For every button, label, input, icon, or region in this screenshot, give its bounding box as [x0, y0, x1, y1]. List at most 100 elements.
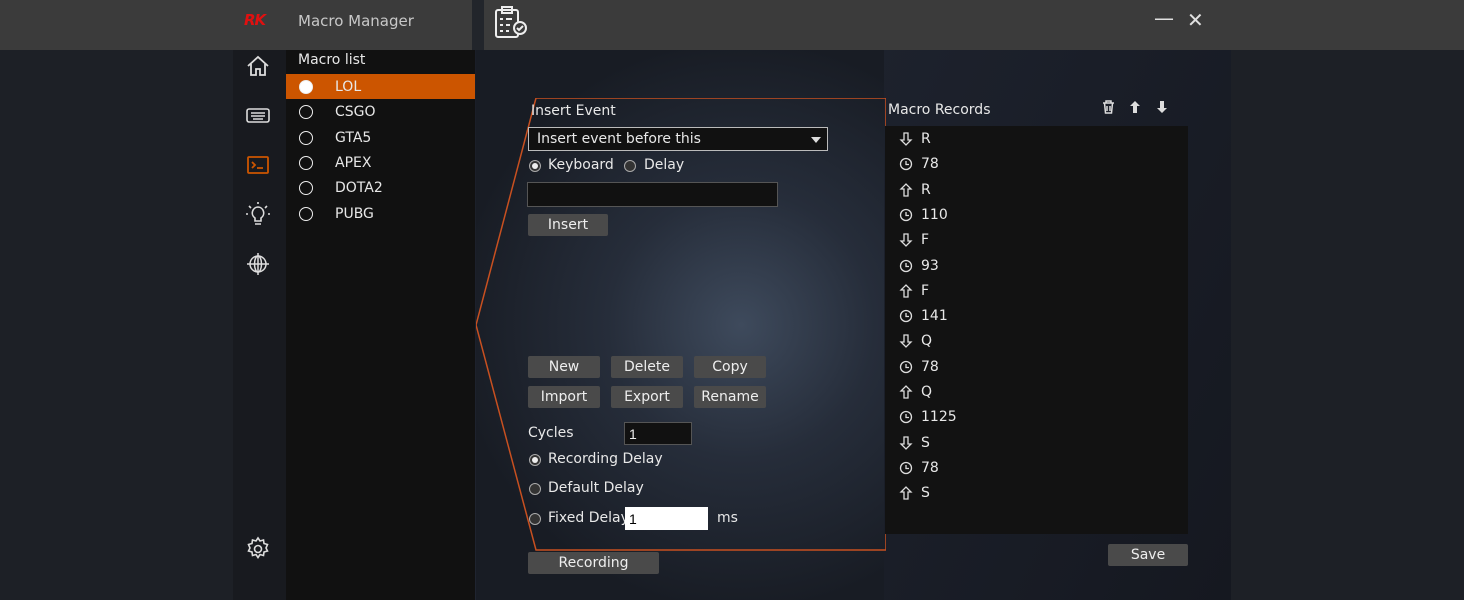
- fixed-delay-input[interactable]: [625, 507, 708, 530]
- radio-icon: [299, 206, 313, 221]
- keyboard-icon[interactable]: [245, 102, 271, 128]
- import-button[interactable]: Import: [528, 386, 600, 408]
- record-item[interactable]: Q: [899, 333, 932, 349]
- radio-icon: [299, 155, 313, 170]
- macro-item-label: DOTA2: [335, 179, 383, 196]
- macro-records-title: Macro Records: [888, 102, 991, 118]
- brand-logo: RK: [244, 11, 266, 29]
- record-item[interactable]: 78: [899, 359, 939, 375]
- record-item[interactable]: Q: [899, 384, 932, 400]
- key-up-icon: [899, 385, 913, 399]
- key-down-icon: [899, 334, 913, 349]
- default-delay-radio[interactable]: [529, 483, 541, 495]
- macro-item-apex[interactable]: APEX: [286, 150, 475, 175]
- macro-icon[interactable]: [245, 152, 271, 178]
- save-button[interactable]: Save: [1108, 544, 1188, 566]
- key-down-icon: [899, 435, 913, 450]
- record-value: Q: [921, 333, 933, 350]
- record-item[interactable]: R: [899, 182, 931, 198]
- macro-item-gta5[interactable]: GTA5: [286, 125, 475, 150]
- record-item[interactable]: 78: [899, 156, 939, 172]
- light-icon[interactable]: [245, 201, 271, 227]
- record-item[interactable]: F: [899, 283, 929, 299]
- record-item[interactable]: R: [899, 131, 931, 147]
- keyboard-label: Keyboard: [548, 157, 614, 173]
- fixed-delay-radio[interactable]: [529, 513, 541, 525]
- record-value: 1125: [921, 409, 957, 426]
- clipboard-check-icon: [495, 6, 527, 38]
- cycles-label: Cycles: [528, 425, 574, 441]
- macro-item-lol[interactable]: LOL: [286, 74, 475, 99]
- clock-icon: [899, 208, 913, 222]
- macro-item-csgo[interactable]: CSGO: [286, 99, 475, 124]
- recording-delay-radio[interactable]: [529, 454, 541, 466]
- chevron-down-icon: [811, 137, 821, 143]
- select-value: Insert event before this: [537, 131, 701, 147]
- move-down-icon[interactable]: [1156, 100, 1168, 114]
- recording-button[interactable]: Recording: [528, 552, 659, 574]
- radio-icon: [299, 180, 313, 195]
- new-button[interactable]: New: [528, 356, 600, 378]
- record-item[interactable]: S: [899, 435, 930, 451]
- record-value: R: [921, 131, 931, 147]
- record-item[interactable]: 1125: [899, 409, 957, 425]
- keyboard-radio[interactable]: [529, 160, 541, 172]
- record-item[interactable]: 110: [899, 207, 948, 223]
- close-button[interactable]: ✕: [1187, 8, 1204, 32]
- record-item[interactable]: S: [899, 485, 930, 501]
- key-down-icon: [899, 132, 913, 146]
- macro-records-list[interactable]: R 78 R 110 F 93 F 141 Q 78 Q 1125 S 78 S: [885, 126, 1188, 534]
- macro-list-title: Macro list: [298, 52, 366, 68]
- clock-icon: [899, 360, 913, 373]
- insert-position-select[interactable]: Insert event before this: [528, 127, 828, 151]
- title-bar: [0, 0, 1464, 50]
- record-value: 78: [921, 156, 939, 173]
- radio-icon: [299, 130, 313, 145]
- export-button[interactable]: Export: [611, 386, 683, 408]
- move-up-icon[interactable]: [1129, 100, 1141, 114]
- macro-list-panel: Macro list LOL CSGO GTA5 APEX DOTA2 PUBG: [286, 50, 475, 600]
- record-item[interactable]: 141: [899, 308, 948, 324]
- cycles-input[interactable]: [624, 422, 692, 445]
- trash-icon[interactable]: [1102, 100, 1115, 114]
- record-value: 78: [921, 358, 939, 375]
- radio-icon: [299, 79, 313, 94]
- record-item[interactable]: 93: [899, 258, 939, 274]
- settings-icon[interactable]: [245, 536, 271, 562]
- network-icon[interactable]: [245, 251, 271, 277]
- icon-sidebar: [233, 50, 286, 600]
- key-up-icon: [899, 283, 913, 298]
- record-value: F: [921, 282, 930, 299]
- insert-button[interactable]: Insert: [528, 214, 608, 236]
- copy-button[interactable]: Copy: [694, 356, 766, 378]
- delay-label: Delay: [644, 157, 685, 173]
- record-value: 78: [921, 459, 939, 476]
- clock-icon: [899, 309, 913, 323]
- record-item[interactable]: F: [899, 232, 929, 248]
- record-value: 93: [921, 257, 939, 274]
- record-value: 110: [921, 206, 948, 223]
- home-icon[interactable]: [245, 53, 271, 79]
- ms-unit-label: ms: [717, 510, 738, 526]
- rename-button[interactable]: Rename: [694, 386, 766, 408]
- minimize-button[interactable]: —: [1154, 6, 1174, 30]
- clock-icon: [899, 158, 913, 171]
- record-item[interactable]: 78: [899, 460, 939, 476]
- key-down-icon: [899, 233, 913, 248]
- default-delay-label: Default Delay: [548, 480, 644, 496]
- macro-item-dota2[interactable]: DOTA2: [286, 175, 475, 200]
- delay-radio[interactable]: [624, 160, 636, 172]
- delete-button[interactable]: Delete: [611, 356, 683, 378]
- recording-delay-label: Recording Delay: [548, 451, 663, 467]
- title-divider: [472, 0, 484, 50]
- macro-item-pubg[interactable]: PUBG: [286, 201, 475, 226]
- key-up-icon: [899, 182, 913, 197]
- macro-item-label: APEX: [335, 154, 372, 171]
- event-input[interactable]: [527, 182, 778, 207]
- macro-item-label: CSGO: [335, 103, 376, 120]
- clock-icon: [899, 411, 913, 424]
- app-title: Macro Manager: [298, 12, 414, 30]
- insert-event-title: Insert Event: [531, 103, 616, 119]
- record-value: 141: [921, 308, 948, 325]
- record-value: R: [921, 181, 931, 198]
